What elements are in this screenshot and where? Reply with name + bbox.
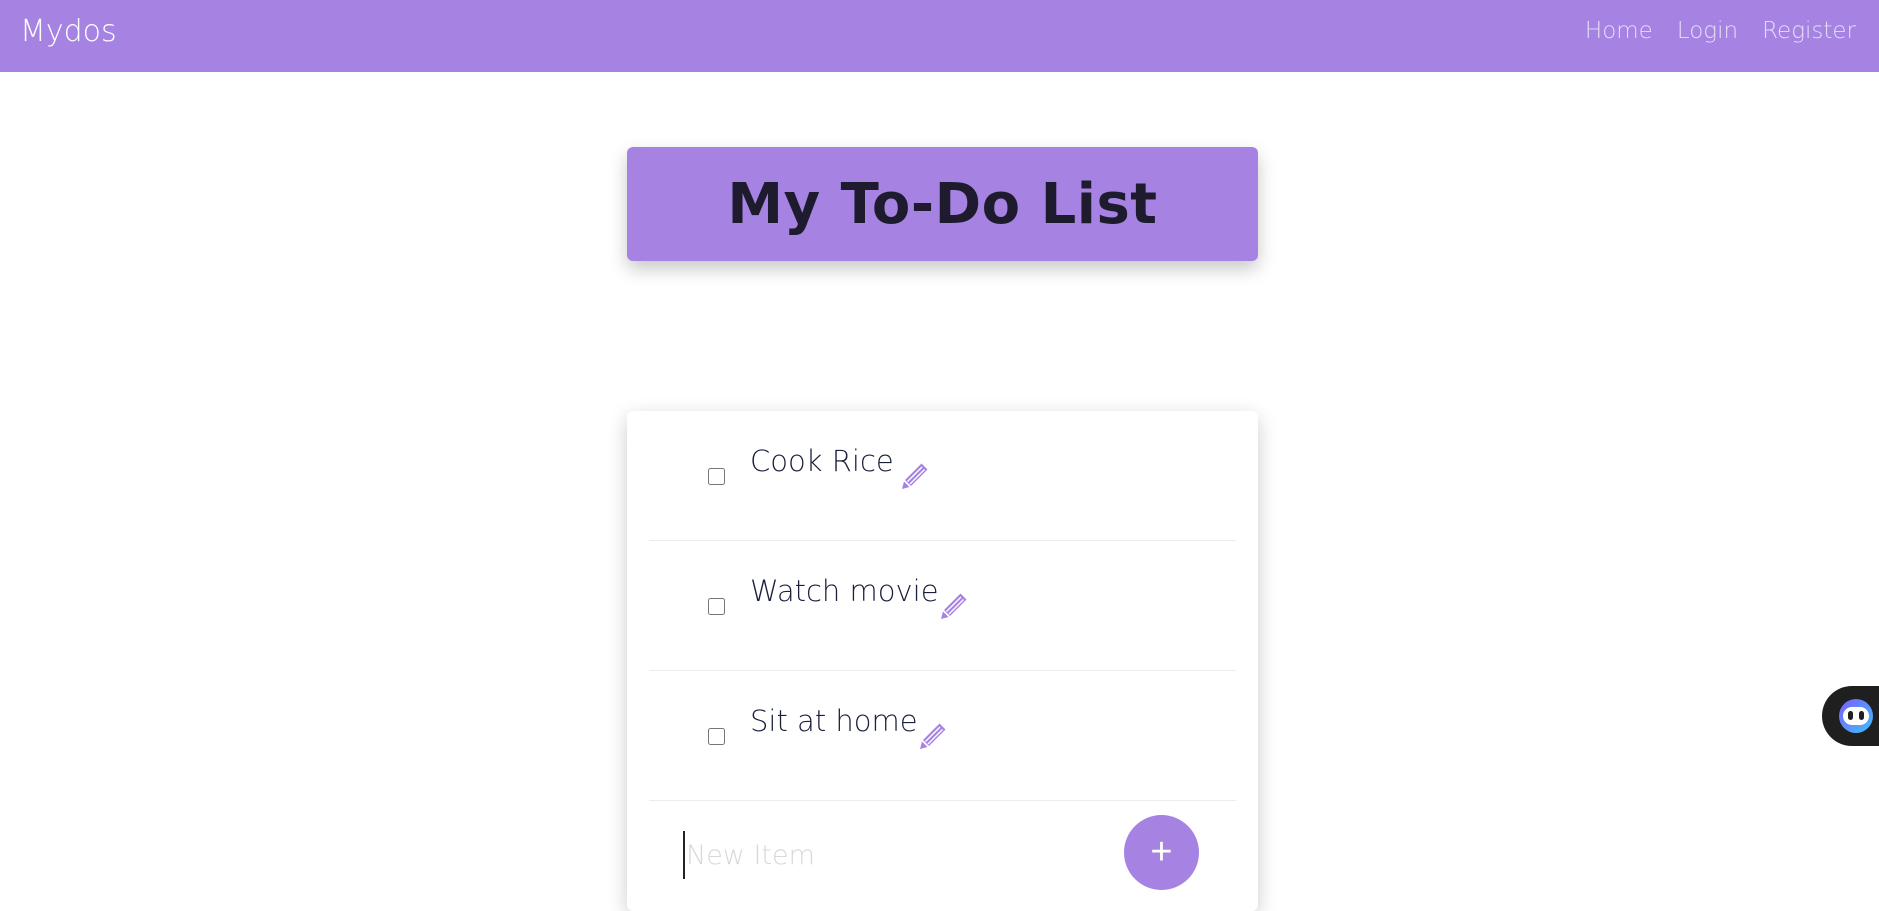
add-item-button[interactable]: +	[1124, 815, 1199, 890]
todo-item: Sit at home	[649, 671, 1236, 801]
todo-item: Cook Rice	[649, 411, 1236, 541]
assistant-widget-button[interactable]	[1822, 686, 1879, 746]
todo-label: Watch movie	[750, 574, 939, 608]
todo-checkbox[interactable]	[708, 598, 725, 615]
todo-item: Watch movie	[649, 541, 1236, 671]
todo-card: Cook Rice Watch movie Sit at home New It…	[627, 411, 1258, 911]
todo-label: Sit at home	[750, 704, 918, 738]
navbar: Mydos Home Login Register	[0, 0, 1879, 72]
brand-logo-link[interactable]: Mydos	[20, 14, 117, 49]
new-item-input[interactable]	[683, 831, 1083, 879]
nav-links: Home Login Register	[1561, 18, 1856, 44]
nav-link-home[interactable]: Home	[1585, 18, 1653, 44]
pencil-icon[interactable]	[917, 720, 949, 752]
todo-label: Cook Rice	[750, 444, 894, 478]
todo-checkbox[interactable]	[708, 468, 725, 485]
assistant-face-icon	[1839, 699, 1873, 733]
page-title: My To-Do List	[727, 171, 1158, 237]
pencil-icon[interactable]	[899, 460, 931, 492]
nav-link-login[interactable]: Login	[1677, 18, 1738, 44]
todo-checkbox[interactable]	[708, 728, 725, 745]
heading-banner: My To-Do List	[627, 147, 1258, 261]
nav-link-register[interactable]: Register	[1762, 18, 1856, 44]
pencil-icon[interactable]	[938, 590, 970, 622]
